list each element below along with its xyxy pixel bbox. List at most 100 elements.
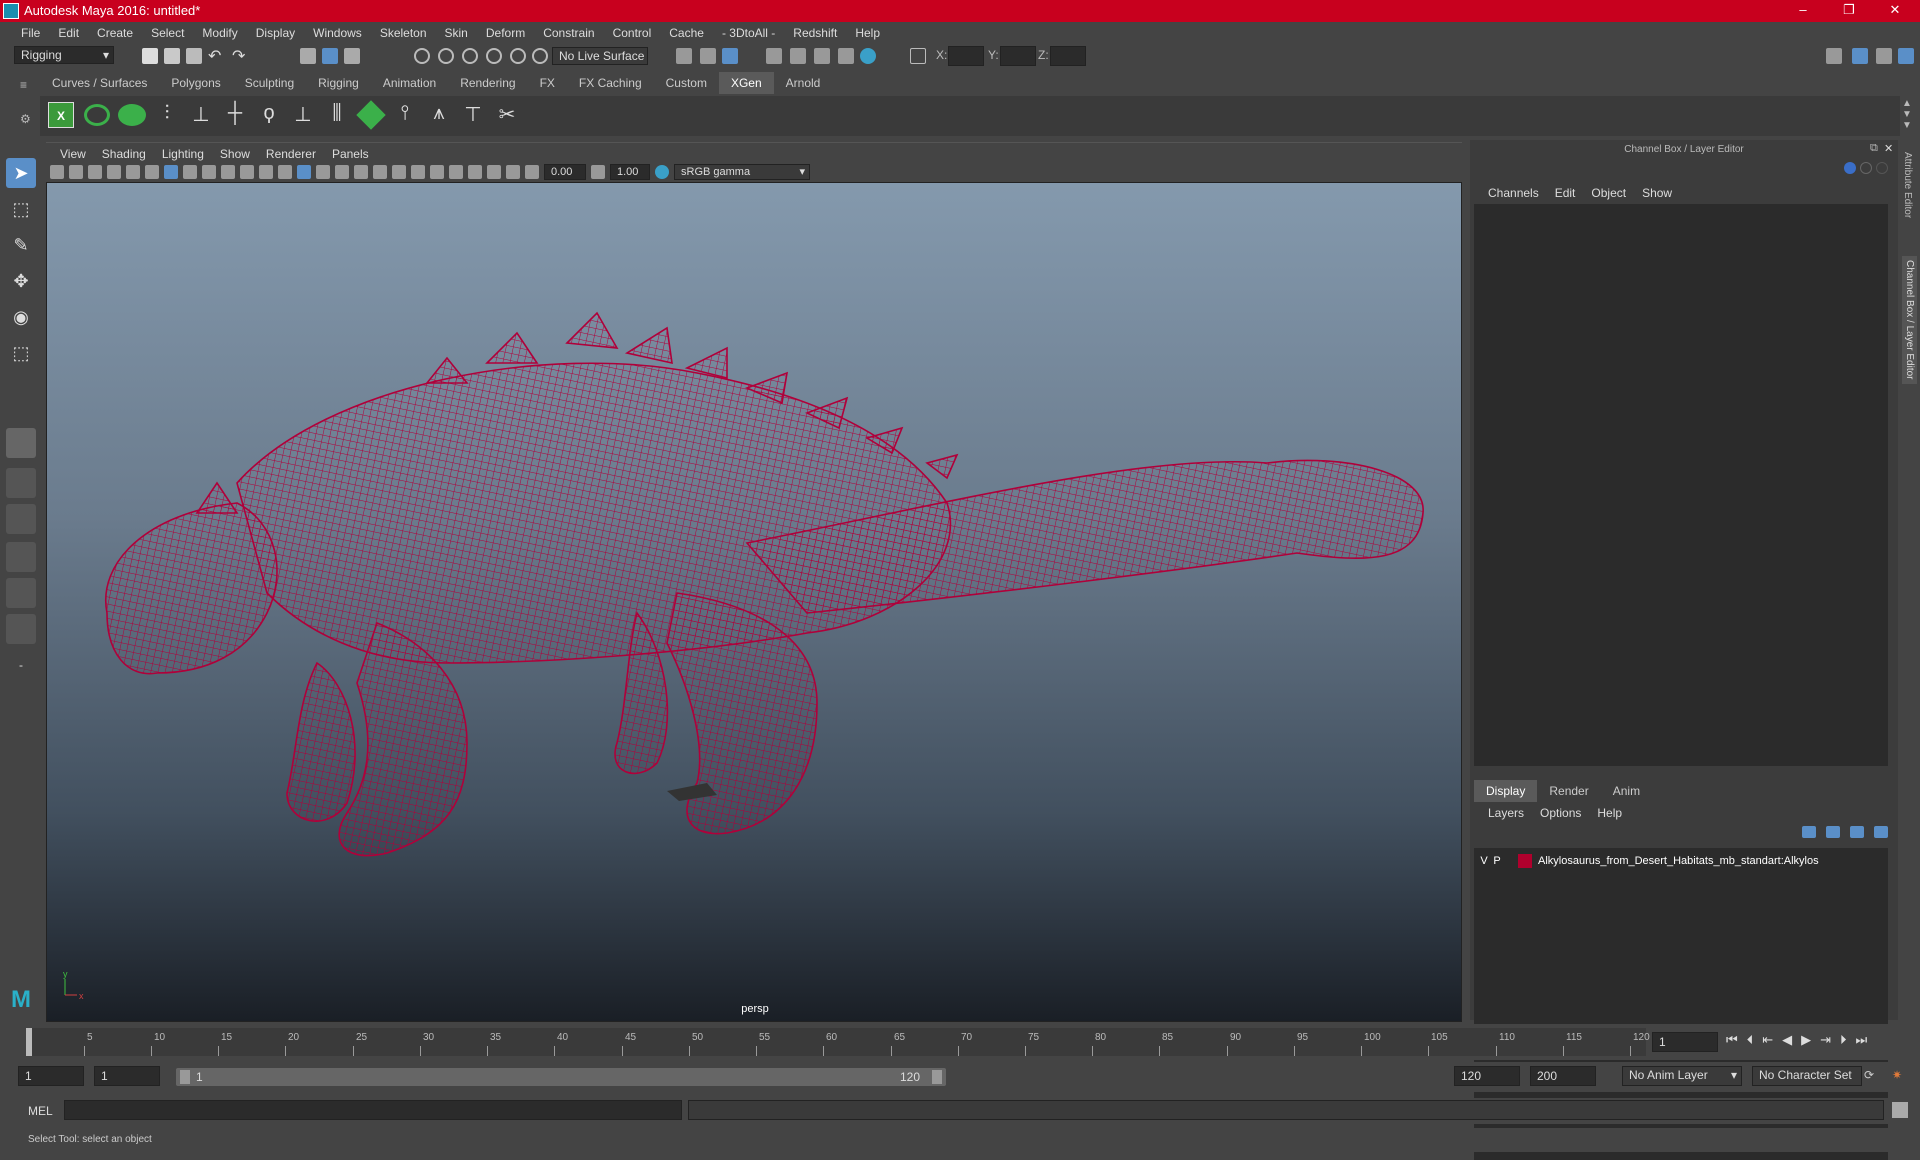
menu-set-dropdown[interactable]: Rigging ▾ xyxy=(14,46,114,64)
film-gate-icon[interactable] xyxy=(183,165,197,179)
snap-curve-icon[interactable] xyxy=(438,48,454,64)
play-backwards-icon[interactable]: ◀ xyxy=(1782,1032,1792,1048)
menu-windows[interactable]: Windows xyxy=(304,22,371,44)
xgen-grow-icon[interactable]: ⫼ xyxy=(324,102,350,128)
channel-box-menu-object[interactable]: Object xyxy=(1583,184,1634,202)
xgen-sculpt-guide-icon[interactable]: ┼ xyxy=(222,102,248,128)
range-start-handle[interactable] xyxy=(180,1070,190,1084)
outliner-layout-icon[interactable] xyxy=(6,614,36,644)
wireframe-toggle-icon[interactable] xyxy=(297,165,311,179)
save-scene-icon[interactable] xyxy=(186,48,202,64)
render-settings-icon[interactable] xyxy=(838,48,854,64)
step-back-frame-icon[interactable]: ⏴ xyxy=(1747,1032,1754,1048)
shelf-tab-curves-surfaces[interactable]: Curves / Surfaces xyxy=(40,72,159,94)
undo-icon[interactable]: ↶ xyxy=(208,46,221,66)
range-end-handle[interactable] xyxy=(932,1070,942,1084)
menu-skin[interactable]: Skin xyxy=(436,22,477,44)
xgen-preview-icon[interactable] xyxy=(84,104,110,126)
menu-3dtoall[interactable]: - 3DtoAll - xyxy=(713,22,784,44)
command-input[interactable] xyxy=(64,1100,682,1120)
snap-grid-icon[interactable] xyxy=(414,48,430,64)
step-forward-frame-icon[interactable]: ⏵ xyxy=(1840,1032,1847,1048)
layer-tab-render[interactable]: Render xyxy=(1537,780,1600,802)
xgen-length-icon[interactable]: ⫯ xyxy=(392,102,418,128)
render-current-icon[interactable] xyxy=(790,48,806,64)
start-time-field[interactable]: 1 xyxy=(18,1066,84,1086)
shelf-tab-arnold[interactable]: Arnold xyxy=(774,72,833,94)
menu-skeleton[interactable]: Skeleton xyxy=(371,22,436,44)
xgen-comb-icon[interactable]: ⩚ xyxy=(426,102,452,128)
use-all-lights-icon[interactable] xyxy=(373,165,387,179)
exposure-icon[interactable] xyxy=(525,165,539,179)
layer-menu-options[interactable]: Options xyxy=(1532,804,1589,822)
select-hierarchy-icon[interactable] xyxy=(300,48,316,64)
new-layer-selected-icon[interactable] xyxy=(1874,826,1888,838)
gamma-icon[interactable] xyxy=(591,165,605,179)
menu-deform[interactable]: Deform xyxy=(477,22,534,44)
snap-view-plane-icon[interactable] xyxy=(486,48,502,64)
x-coord-field[interactable] xyxy=(948,46,984,66)
image-plane-icon[interactable] xyxy=(107,165,121,179)
playback-start-field[interactable]: 1 xyxy=(94,1066,160,1086)
new-empty-layer-icon[interactable] xyxy=(1850,826,1864,838)
float-panel-icon[interactable]: ⧉ xyxy=(1870,142,1878,155)
viewport-menu-renderer[interactable]: Renderer xyxy=(258,145,324,163)
xgen-layer-icon[interactable] xyxy=(356,100,386,130)
animation-preferences-icon[interactable]: ✷ xyxy=(1892,1068,1902,1082)
input-ops-icon[interactable] xyxy=(676,48,692,64)
xgen-cut-icon[interactable]: ✂ xyxy=(494,102,520,128)
modeling-toolkit-icon[interactable] xyxy=(1826,48,1842,64)
open-scene-icon[interactable] xyxy=(164,48,180,64)
go-to-end-icon[interactable]: ⏭ xyxy=(1856,1032,1868,1048)
layer-menu-layers[interactable]: Layers xyxy=(1480,804,1532,822)
character-set-dropdown[interactable]: No Character Set xyxy=(1752,1066,1862,1086)
shelf-tab-rigging[interactable]: Rigging xyxy=(306,72,371,94)
restore-icon[interactable]: ❐ xyxy=(1826,0,1872,22)
persp-graph-layout-icon[interactable] xyxy=(6,542,36,572)
construction-history-icon[interactable] xyxy=(722,48,738,64)
select-component-icon[interactable] xyxy=(344,48,360,64)
menu-cache[interactable]: Cache xyxy=(660,22,713,44)
viewport-menu-panels[interactable]: Panels xyxy=(324,145,377,163)
layer-visibility-toggle[interactable]: V xyxy=(1478,855,1490,867)
gate-mask-icon[interactable] xyxy=(221,165,235,179)
manipulator-icon[interactable] xyxy=(1844,162,1856,174)
layer-color-swatch[interactable] xyxy=(1518,854,1532,868)
tool-settings-icon[interactable] xyxy=(1876,48,1892,64)
lasso-tool-icon[interactable]: ⬚ xyxy=(6,194,36,224)
menu-select[interactable]: Select xyxy=(142,22,193,44)
menu-help[interactable]: Help xyxy=(846,22,889,44)
menu-redshift[interactable]: Redshift xyxy=(784,22,846,44)
current-time-marker[interactable] xyxy=(26,1028,32,1056)
move-layer-down-icon[interactable] xyxy=(1826,826,1840,838)
shelf-scroll-icon[interactable]: ▲ ▼ ▼ xyxy=(1902,98,1912,131)
channel-box-menu-show[interactable]: Show xyxy=(1634,184,1680,202)
ankylosaurus-wireframe[interactable]: y x xyxy=(47,183,1461,1021)
smooth-shade-icon[interactable] xyxy=(316,165,330,179)
render-view-icon[interactable] xyxy=(766,48,782,64)
current-frame-field[interactable]: 1 xyxy=(1652,1032,1718,1052)
single-perspective-view-icon[interactable] xyxy=(6,428,36,458)
isolate-select-icon[interactable] xyxy=(468,165,482,179)
step-back-key-icon[interactable]: ⇤ xyxy=(1762,1032,1773,1048)
grid-toggle-icon[interactable] xyxy=(164,165,178,179)
four-view-layout-icon[interactable] xyxy=(6,468,36,498)
shelf-tab-fx-caching[interactable]: FX Caching xyxy=(567,72,654,94)
xray-icon[interactable] xyxy=(487,165,501,179)
menu-constrain[interactable]: Constrain xyxy=(534,22,603,44)
color-management-icon[interactable] xyxy=(655,165,669,179)
layer-tab-anim[interactable]: Anim xyxy=(1601,780,1652,802)
view-transform-dropdown[interactable]: sRGB gamma ▾ xyxy=(674,164,810,180)
viewport-menu-view[interactable]: View xyxy=(52,145,94,163)
shelf-settings-icon[interactable]: ⚙ xyxy=(20,112,31,126)
perspective-viewport[interactable]: y x persp xyxy=(46,182,1462,1022)
speed-icon[interactable] xyxy=(1860,162,1872,174)
y-coord-field[interactable] xyxy=(1000,46,1036,66)
time-slider-track[interactable]: 5 10 15 20 25 30 35 40 45 50 55 60 65 70 75 80 85 90 95 100… xyxy=(26,1028,1650,1056)
playback-end-field[interactable]: 120 xyxy=(1454,1066,1520,1086)
field-chart-icon[interactable] xyxy=(240,165,254,179)
xgen-place-guides-icon[interactable]: ⫶ xyxy=(154,102,180,128)
hyper-icon[interactable] xyxy=(1876,162,1888,174)
safe-title-icon[interactable] xyxy=(278,165,292,179)
layer-tab-display[interactable]: Display xyxy=(1474,780,1538,802)
